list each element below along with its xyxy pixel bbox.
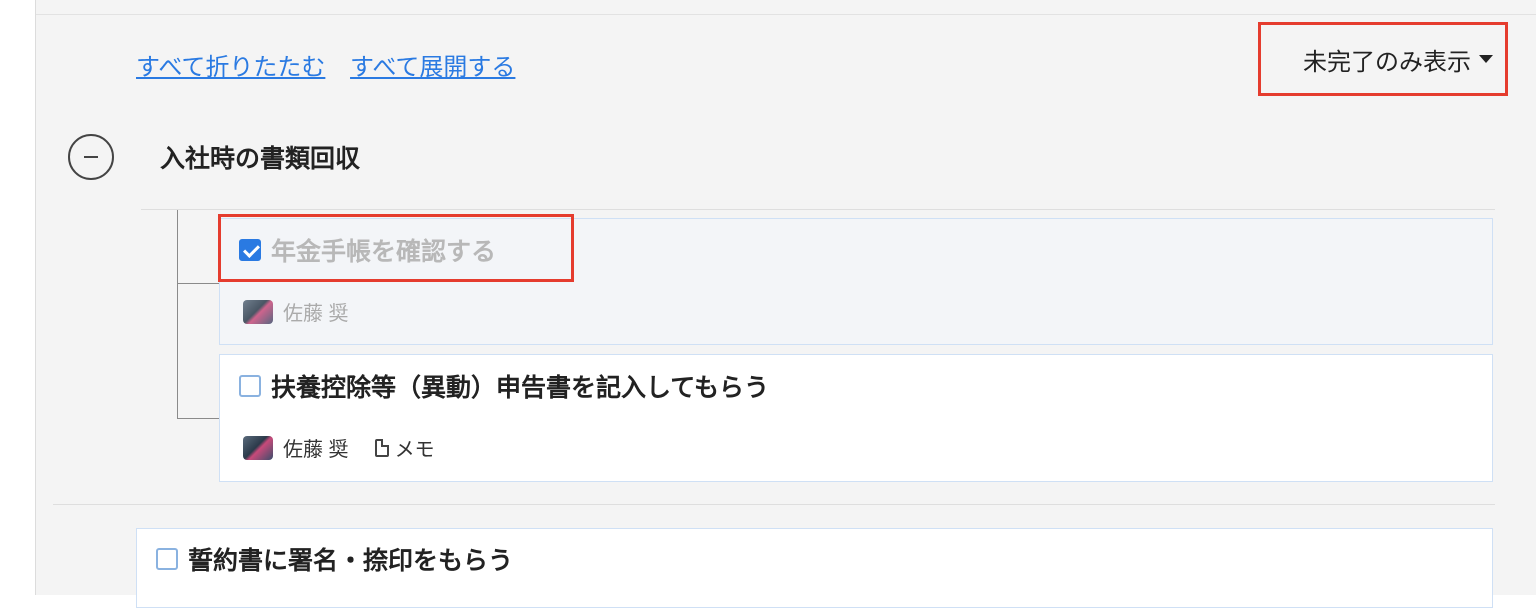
task-checkbox[interactable] [239, 239, 261, 261]
task-card[interactable]: 誓約書に署名・捺印をもらう [136, 528, 1493, 608]
divider [53, 504, 1495, 505]
minus-circle-icon [84, 156, 98, 158]
checklist-panel: すべて折りたたむ すべて展開する 未完了のみ表示 入社時の書類回収 年金手帳を確… [35, 0, 1536, 608]
caret-down-icon [1479, 55, 1493, 63]
memo-label[interactable]: メモ [395, 433, 435, 462]
divider [36, 14, 1536, 15]
divider [141, 209, 1495, 210]
tree-branch [177, 418, 219, 419]
group-title: 入社時の書類回収 [160, 145, 361, 173]
expand-all-link[interactable]: すべて展開する [350, 54, 515, 81]
avatar [243, 435, 273, 460]
task-card[interactable]: 扶養控除等（異動）申告書を記入してもらう 佐藤 奨 メモ [219, 354, 1493, 482]
task-checkbox[interactable] [239, 375, 261, 397]
task-meta: 佐藤 奨 [243, 297, 349, 326]
task-title: 誓約書に署名・捺印をもらう [188, 547, 514, 575]
collapse-group-button[interactable] [68, 134, 114, 180]
task-title: 年金手帳を確認する [271, 238, 497, 266]
task-header: 年金手帳を確認する [239, 232, 496, 268]
avatar [243, 299, 273, 324]
memo-icon [374, 438, 389, 457]
task-header: 扶養控除等（異動）申告書を記入してもらう [239, 368, 769, 404]
task-checkbox[interactable] [156, 548, 178, 570]
assignee-name: 佐藤 奨 [283, 439, 349, 461]
tree-line [177, 210, 178, 418]
task-title: 扶養控除等（異動）申告書を記入してもらう [271, 374, 770, 402]
task-header: 誓約書に署名・捺印をもらう [156, 541, 513, 577]
tree-branch [177, 283, 219, 284]
filter-label: 未完了のみ表示 [1303, 48, 1471, 76]
filter-dropdown[interactable]: 未完了のみ表示 [1258, 22, 1508, 96]
expand-collapse-links: すべて折りたたむ すべて展開する [136, 47, 533, 82]
task-meta: 佐藤 奨 メモ [243, 433, 435, 462]
collapse-all-link[interactable]: すべて折りたたむ [136, 54, 325, 81]
assignee-name: 佐藤 奨 [283, 303, 349, 325]
task-card[interactable]: 年金手帳を確認する 佐藤 奨 [219, 218, 1493, 345]
